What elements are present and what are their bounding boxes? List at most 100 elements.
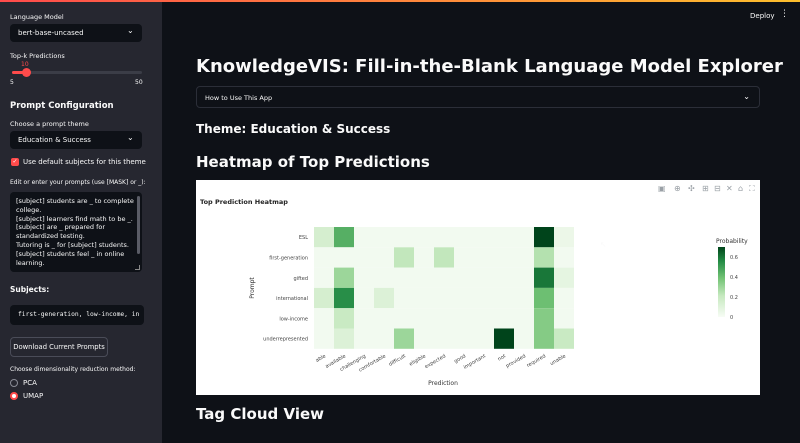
heatmap-cell[interactable] xyxy=(454,328,474,349)
heatmap-cell[interactable] xyxy=(474,247,494,268)
prompts-textarea[interactable]: [subject] students are _ to complete col… xyxy=(10,192,142,272)
heatmap-cell[interactable] xyxy=(454,247,474,268)
heatmap-cell[interactable] xyxy=(334,308,354,329)
heatmap-cell[interactable] xyxy=(474,308,494,329)
heatmap-cell[interactable] xyxy=(554,247,574,268)
textarea-scrollbar[interactable] xyxy=(137,196,140,254)
heatmap-cell[interactable] xyxy=(534,247,554,268)
heatmap-cell[interactable] xyxy=(414,308,434,329)
heatmap-cell[interactable] xyxy=(394,287,414,309)
heatmap-cell[interactable] xyxy=(354,227,374,248)
heatmap-cell[interactable] xyxy=(514,308,534,329)
heatmap-cell[interactable] xyxy=(554,328,574,349)
heatmap-cell[interactable] xyxy=(414,247,434,268)
heatmap-cell[interactable] xyxy=(494,267,514,288)
heatmap-cell[interactable] xyxy=(534,267,554,288)
kebab-menu-icon[interactable]: ⋮ xyxy=(780,9,789,19)
reset-axes-icon[interactable]: ⌂ xyxy=(738,184,743,193)
heatmap-cell[interactable] xyxy=(314,308,334,329)
heatmap-cell[interactable] xyxy=(494,308,514,329)
heatmap-cell[interactable] xyxy=(314,328,334,349)
subjects-input[interactable]: first-generation, low-income, in xyxy=(10,305,144,325)
theme-select[interactable]: Education & Success ⌄ xyxy=(10,131,142,149)
heatmap-cell[interactable] xyxy=(354,287,374,309)
heatmap-cell[interactable] xyxy=(454,287,474,309)
radio-umap[interactable] xyxy=(10,392,18,400)
heatmap-cell[interactable] xyxy=(514,267,534,288)
language-model-select[interactable]: bert-base-uncased ⌄ xyxy=(10,24,142,42)
heatmap-cell[interactable] xyxy=(554,308,574,329)
heatmap-cell[interactable] xyxy=(334,247,354,268)
camera-icon[interactable]: ▣ xyxy=(658,184,666,193)
heatmap-cell[interactable] xyxy=(514,287,534,309)
heatmap-cell[interactable] xyxy=(354,267,374,288)
fullscreen-icon[interactable]: ⛶ xyxy=(748,184,755,193)
autoscale-icon[interactable]: ✕ xyxy=(726,184,733,193)
resize-handle-icon[interactable] xyxy=(135,265,140,270)
zoom-in-icon[interactable]: ⊞ xyxy=(702,184,709,193)
heatmap-cell[interactable] xyxy=(334,328,354,349)
heatmap-cell[interactable] xyxy=(554,287,574,309)
heatmap-cell[interactable] xyxy=(334,287,354,309)
heatmap-cell[interactable] xyxy=(514,247,534,268)
heatmap-cell[interactable] xyxy=(474,227,494,248)
heatmap-cell[interactable] xyxy=(414,267,434,288)
heatmap-cell[interactable] xyxy=(394,328,414,349)
heatmap-cell[interactable] xyxy=(374,287,394,309)
heatmap-cell[interactable] xyxy=(394,267,414,288)
topk-slider[interactable] xyxy=(12,68,142,77)
heatmap-cell[interactable] xyxy=(494,247,514,268)
heatmap-cell[interactable] xyxy=(454,308,474,329)
heatmap-cell[interactable] xyxy=(394,308,414,329)
heatmap-cell[interactable] xyxy=(434,227,454,248)
zoom-out-icon[interactable]: ⊟ xyxy=(714,184,721,193)
topk-slider-thumb[interactable] xyxy=(22,68,32,77)
heatmap-cell[interactable] xyxy=(414,227,434,248)
heatmap-cell[interactable] xyxy=(334,227,354,248)
heatmap-cell[interactable] xyxy=(414,328,434,349)
default-subjects-checkbox[interactable]: ✓ xyxy=(11,158,19,166)
heatmap-cell[interactable] xyxy=(394,247,414,268)
heatmap-cell[interactable] xyxy=(314,287,334,309)
heatmap-cell[interactable] xyxy=(374,308,394,329)
download-prompts-button[interactable]: Download Current Prompts xyxy=(10,337,108,357)
heatmap-cell[interactable] xyxy=(514,227,534,248)
heatmap-cell[interactable] xyxy=(534,328,554,349)
heatmap-cell[interactable] xyxy=(474,328,494,349)
heatmap-cell[interactable] xyxy=(314,267,334,288)
heatmap-cell[interactable] xyxy=(454,267,474,288)
heatmap-cell[interactable] xyxy=(554,267,574,288)
heatmap-cell[interactable] xyxy=(354,328,374,349)
heatmap-cell[interactable] xyxy=(434,328,454,349)
heatmap-cell[interactable] xyxy=(534,308,554,329)
heatmap-cell[interactable] xyxy=(514,328,534,349)
heatmap-cell[interactable] xyxy=(434,287,454,309)
heatmap-cell[interactable] xyxy=(434,308,454,329)
zoom-icon[interactable]: ⊕ xyxy=(674,184,681,193)
heatmap-cell[interactable] xyxy=(434,247,454,268)
heatmap-cell[interactable] xyxy=(554,227,574,248)
deploy-button[interactable]: Deploy xyxy=(750,12,775,20)
heatmap-cell[interactable] xyxy=(414,287,434,309)
heatmap-cell[interactable] xyxy=(334,267,354,288)
heatmap-cell[interactable] xyxy=(534,227,554,248)
heatmap-cell[interactable] xyxy=(374,227,394,248)
heatmap-cell[interactable] xyxy=(374,267,394,288)
heatmap-cell[interactable] xyxy=(394,227,414,248)
radio-pca[interactable] xyxy=(10,379,18,387)
heatmap-cell[interactable] xyxy=(474,267,494,288)
pan-icon[interactable]: ✣ xyxy=(688,184,695,193)
heatmap-cell[interactable] xyxy=(474,287,494,309)
heatmap-cell[interactable] xyxy=(534,287,554,309)
heatmap-cell[interactable] xyxy=(314,227,334,248)
heatmap-cell[interactable] xyxy=(434,267,454,288)
heatmap-cell[interactable] xyxy=(354,247,374,268)
heatmap-cell[interactable] xyxy=(454,227,474,248)
heatmap-cell[interactable] xyxy=(494,328,514,349)
how-to-use-expander[interactable]: How to Use This App ⌄ xyxy=(196,86,760,108)
heatmap-cell[interactable] xyxy=(314,247,334,268)
heatmap-cell[interactable] xyxy=(494,287,514,309)
heatmap-cell[interactable] xyxy=(374,328,394,349)
heatmap-cell[interactable] xyxy=(494,227,514,248)
heatmap-cell[interactable] xyxy=(374,247,394,268)
